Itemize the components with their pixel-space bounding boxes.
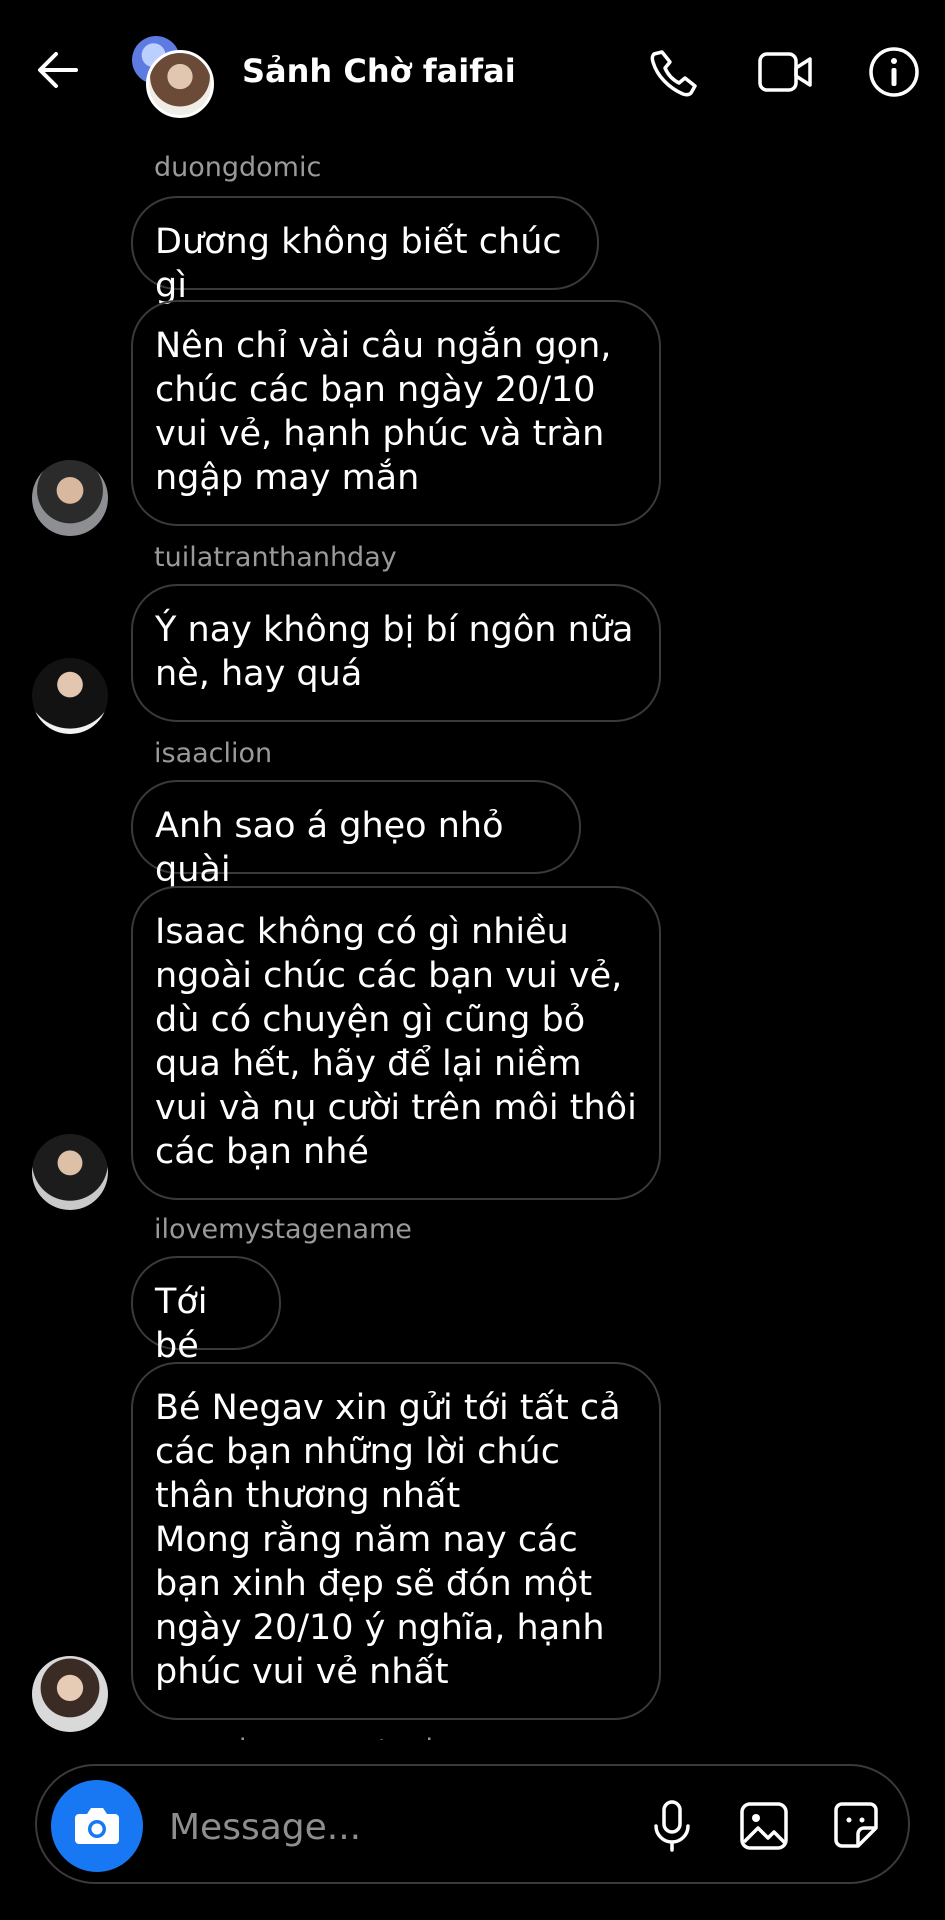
message-bubble[interactable]: Nên chỉ vài câu ngắn gọn, chúc các bạn n…	[131, 300, 661, 526]
phone-icon[interactable]	[645, 44, 701, 100]
avatar-duongdomic[interactable]	[32, 460, 108, 536]
sender-name: tuilatranthanhday	[154, 542, 397, 573]
message-bubble[interactable]: Dương không biết chúc gì	[131, 196, 599, 306]
message-bubble[interactable]: Tới bé	[131, 1256, 281, 1366]
message-composer	[35, 1764, 910, 1884]
sender-name: quanghung_masterd	[154, 1734, 433, 1740]
message-bubble[interactable]: Isaac không có gì nhiều ngoài chúc các b…	[131, 886, 661, 1200]
sender-name: duongdomic	[154, 152, 322, 183]
avatar-tuilatranthanhday[interactable]	[32, 658, 108, 734]
back-arrow-icon[interactable]	[30, 42, 86, 98]
camera-icon[interactable]	[51, 1780, 143, 1872]
video-camera-icon[interactable]	[756, 44, 812, 100]
info-icon[interactable]	[866, 44, 922, 100]
avatar-isaaclion[interactable]	[32, 1134, 108, 1210]
chat-header: Sảnh Chờ faifai	[0, 0, 945, 150]
sticker-icon[interactable]	[826, 1796, 886, 1856]
message-bubble[interactable]: Ý nay không bị bí ngôn nữa nè, hay quá	[131, 584, 661, 722]
group-avatar[interactable]	[132, 36, 214, 118]
group-avatar-member-2	[146, 50, 214, 118]
message-bubble[interactable]: Anh sao á ghẹo nhỏ quài	[131, 780, 581, 890]
microphone-icon[interactable]	[642, 1796, 702, 1856]
message-input[interactable]	[167, 1796, 651, 1858]
gallery-icon[interactable]	[734, 1796, 794, 1856]
message-list[interactable]: duongdomic Dương không biết chúc gì Nên …	[0, 150, 945, 1740]
message-bubble[interactable]: Bé Negav xin gửi tới tất cả các bạn nhữn…	[131, 1362, 661, 1720]
sender-name: isaaclion	[154, 738, 273, 769]
chat-title[interactable]: Sảnh Chờ faifai	[242, 52, 516, 90]
avatar-ilovemystagename[interactable]	[32, 1656, 108, 1732]
sender-name: ilovemystagename	[154, 1214, 412, 1245]
